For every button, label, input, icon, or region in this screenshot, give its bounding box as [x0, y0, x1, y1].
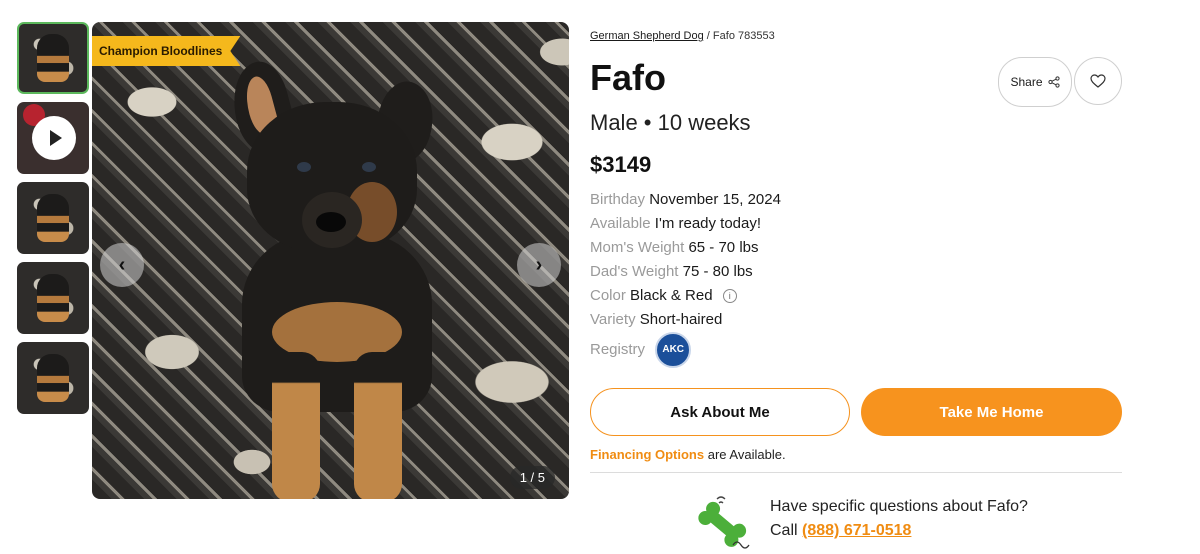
thumbnail-3[interactable]	[17, 182, 89, 254]
call-prefix: Call	[770, 522, 798, 539]
heart-icon	[1090, 74, 1106, 88]
spec-value: November 15, 2024	[649, 191, 781, 208]
spec-label: Color	[590, 287, 626, 304]
financing-options-link[interactable]: Financing Options	[590, 447, 704, 462]
spec-label: Mom's Weight	[590, 239, 685, 256]
breadcrumb-breed-link[interactable]: German Shepherd Dog	[590, 30, 704, 42]
breadcrumb: German Shepherd Dog / Fafo 783553	[590, 30, 1122, 42]
puppy-price: $3149	[590, 152, 652, 177]
contact-question: Have specific questions about Fafo?	[770, 498, 1028, 515]
chevron-left-icon: ‹	[118, 253, 126, 276]
financing-suffix: are Available.	[707, 447, 786, 462]
thumbnail-4[interactable]	[17, 262, 89, 334]
champion-badge: Champion Bloodlines	[92, 36, 240, 66]
spec-registry: Registry AKC	[590, 332, 1122, 368]
financing-note: Financing Options are Available.	[590, 447, 1122, 462]
share-label: Share	[1010, 75, 1043, 89]
spec-label: Dad's Weight	[590, 263, 679, 280]
take-me-home-button[interactable]: Take Me Home	[861, 388, 1122, 436]
spec-birthday: Birthday November 15, 2024	[590, 188, 1122, 212]
contact-call-line: Call (888) 671-0518	[770, 519, 1028, 543]
chevron-right-icon: ›	[535, 253, 543, 276]
ask-about-me-button[interactable]: Ask About Me	[590, 388, 850, 436]
share-icon	[1047, 76, 1060, 88]
spec-available: Available I'm ready today!	[590, 212, 1122, 236]
spec-value: Black & Red	[630, 287, 713, 304]
photo-counter: 1 / 5	[509, 466, 555, 489]
spec-moms-weight: Mom's Weight 65 - 70 lbs	[590, 236, 1122, 260]
spec-color: Color Black & Red i	[590, 284, 1122, 308]
spec-label: Birthday	[590, 191, 646, 208]
share-button[interactable]: Share	[998, 57, 1072, 107]
spec-list: Birthday November 15, 2024 Available I'm…	[590, 188, 1122, 368]
akc-logo-icon: AKC	[655, 332, 692, 368]
spec-value: 75 - 80 lbs	[682, 263, 753, 280]
puppy-thumbnail-image	[37, 34, 69, 82]
thumbnail-list	[17, 22, 89, 422]
play-icon[interactable]	[32, 116, 76, 160]
puppy-subtitle: Male • 10 weeks	[590, 110, 751, 135]
breadcrumb-current: Fafo 783553	[712, 30, 775, 42]
puppy-thumbnail-image	[37, 194, 69, 242]
prev-photo-button[interactable]: ‹	[100, 243, 144, 287]
puppy-thumbnail-image	[37, 354, 69, 402]
main-photo[interactable]: Champion Bloodlines ‹ › 1 / 5	[92, 22, 569, 499]
spec-label: Registry	[590, 340, 646, 358]
next-photo-button[interactable]: ›	[517, 243, 561, 287]
thumbnail-5[interactable]	[17, 342, 89, 414]
info-icon[interactable]: i	[722, 289, 737, 304]
puppy-image	[212, 56, 462, 499]
breadcrumb-separator: /	[706, 30, 710, 42]
spec-value: 65 - 70 lbs	[688, 239, 759, 256]
spec-variety: Variety Short-haired	[590, 308, 1122, 332]
spec-dads-weight: Dad's Weight 75 - 80 lbs	[590, 260, 1122, 284]
spec-value: Short-haired	[639, 311, 723, 328]
phone-link[interactable]: (888) 671-0518	[802, 522, 911, 539]
favorite-button[interactable]	[1074, 57, 1122, 105]
spec-label: Variety	[590, 311, 636, 328]
puppy-details: German Shepherd Dog / Fafo 783553 Fafo S…	[590, 30, 1122, 551]
spec-label: Available	[590, 215, 651, 232]
contact-section: Have specific questions about Fafo? Call…	[590, 481, 1122, 551]
phone-bone-icon	[698, 496, 750, 549]
spec-value: I'm ready today!	[654, 215, 762, 232]
divider	[590, 472, 1122, 473]
thumbnail-video[interactable]	[17, 102, 89, 174]
contact-text: Have specific questions about Fafo? Call…	[770, 495, 1028, 543]
thumbnail-1[interactable]	[17, 22, 89, 94]
puppy-thumbnail-image	[37, 274, 69, 322]
